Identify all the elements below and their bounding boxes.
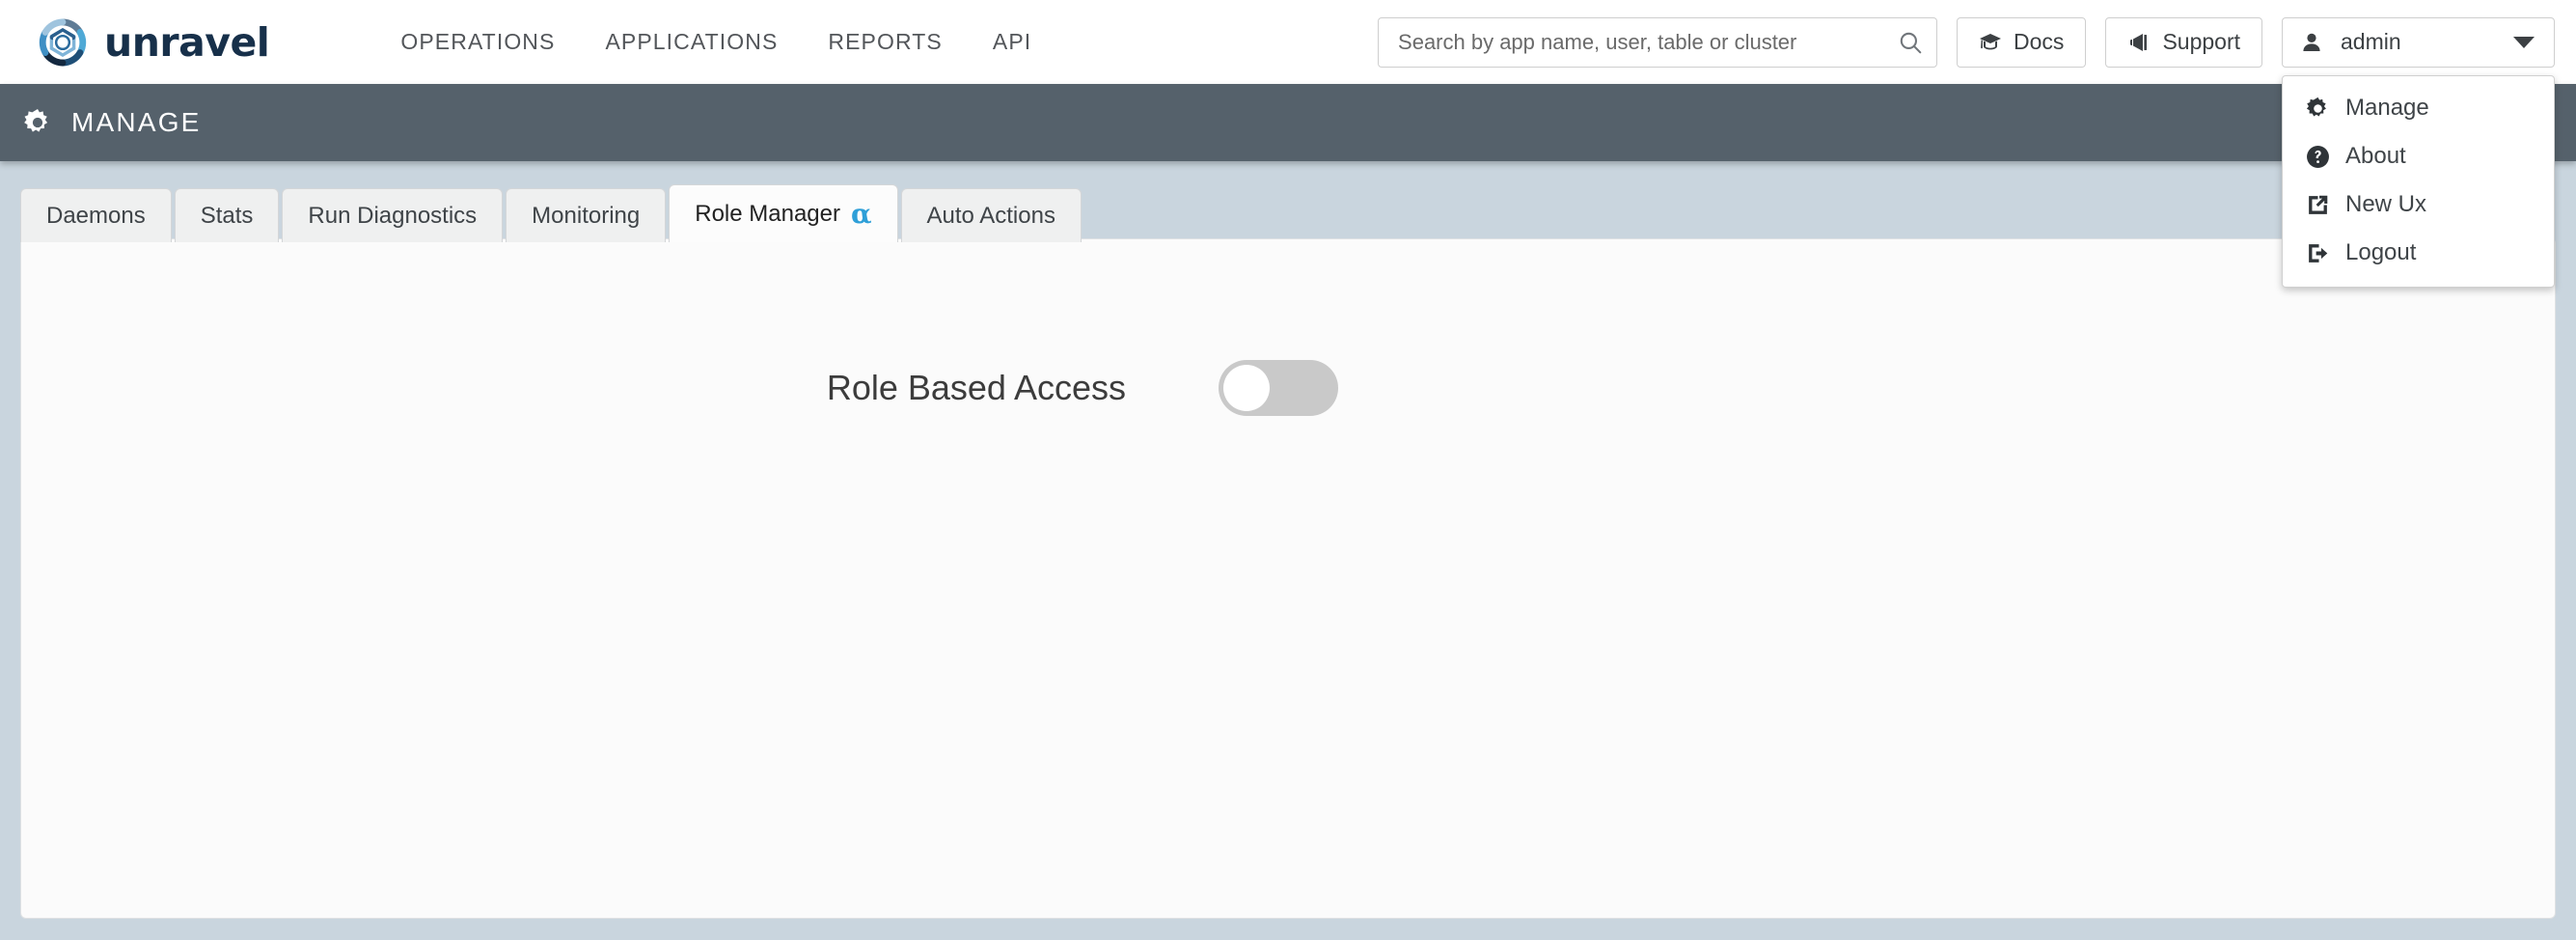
tab-role-manager-label: Role Manager — [695, 200, 840, 227]
docs-button-label: Docs — [2014, 29, 2065, 54]
tab-daemons[interactable]: Daemons — [20, 188, 172, 242]
tab-auto-actions[interactable]: Auto Actions — [900, 188, 1082, 242]
nav-item-operations[interactable]: OPERATIONS — [375, 19, 580, 65]
role-based-access-row: Role Based Access — [21, 360, 2555, 416]
nav-item-applications[interactable]: APPLICATIONS — [580, 19, 803, 65]
admin-user-button[interactable]: admin — [2282, 16, 2555, 68]
search-icon[interactable] — [1898, 30, 1923, 55]
tab-run-diagnostics[interactable]: Run Diagnostics — [282, 188, 504, 242]
content-panel: Role Based Access — [20, 238, 2556, 919]
external-link-icon — [2309, 195, 2328, 214]
nav-item-api[interactable]: API — [968, 19, 1056, 65]
user-icon — [2303, 33, 2320, 51]
tab-monitoring[interactable]: Monitoring — [506, 188, 667, 242]
megaphone-icon — [2130, 33, 2148, 51]
sign-out-icon — [2309, 243, 2328, 263]
top-navigation-bar: unravel OPERATIONS APPLICATIONS REPORTS … — [0, 0, 2576, 84]
tab-bar: Daemons Stats Run Diagnostics Monitoring… — [20, 184, 1084, 242]
role-based-access-toggle[interactable] — [1219, 360, 1338, 416]
alpha-badge-icon: α — [850, 197, 872, 230]
role-based-access-label: Role Based Access — [826, 368, 1126, 407]
toggle-knob — [1223, 365, 1270, 411]
page-header-bar: MANAGE — [0, 84, 2576, 161]
search-box[interactable] — [1378, 16, 1938, 68]
tab-stats[interactable]: Stats — [174, 188, 280, 242]
tab-auto-actions-label: Auto Actions — [926, 202, 1055, 229]
search-input[interactable] — [1396, 28, 1899, 56]
main-navigation: OPERATIONS APPLICATIONS REPORTS API — [375, 19, 1056, 65]
menu-item-about-label: About — [2345, 143, 2406, 169]
menu-item-logout[interactable]: Logout — [2283, 229, 2554, 277]
nav-item-reports[interactable]: REPORTS — [803, 19, 967, 65]
top-bar-right-actions: Docs Support admin — [1378, 0, 2555, 84]
brand-name: unravel — [104, 18, 270, 66]
question-circle-icon — [2307, 145, 2329, 168]
gear-icon — [24, 109, 48, 132]
tab-monitoring-label: Monitoring — [532, 202, 641, 229]
menu-item-manage[interactable]: Manage — [2283, 84, 2554, 132]
docs-button[interactable]: Docs — [1957, 16, 2087, 68]
menu-item-new-ux-label: New Ux — [2345, 191, 2427, 217]
tab-daemons-label: Daemons — [46, 202, 146, 229]
brand-logo-area[interactable]: unravel — [33, 0, 270, 84]
chevron-down-icon[interactable] — [2513, 36, 2535, 48]
page-title: MANAGE — [71, 107, 202, 137]
user-dropdown-menu: Manage About New Ux Logout — [2282, 75, 2555, 288]
support-button-label: Support — [2162, 29, 2240, 54]
tab-stats-label: Stats — [200, 202, 254, 229]
admin-user-label: admin — [2341, 29, 2401, 54]
menu-item-about[interactable]: About — [2283, 132, 2554, 180]
graduation-cap-icon — [1980, 33, 2002, 49]
unravel-knot-logo-icon — [39, 18, 87, 66]
menu-item-manage-label: Manage — [2345, 95, 2429, 121]
menu-item-logout-label: Logout — [2345, 239, 2417, 265]
tab-role-manager[interactable]: Role Manager α — [669, 184, 898, 242]
tab-run-diagnostics-label: Run Diagnostics — [308, 202, 478, 229]
menu-item-new-ux[interactable]: New Ux — [2283, 180, 2554, 229]
gear-icon — [2306, 97, 2326, 117]
support-button[interactable]: Support — [2105, 16, 2262, 68]
